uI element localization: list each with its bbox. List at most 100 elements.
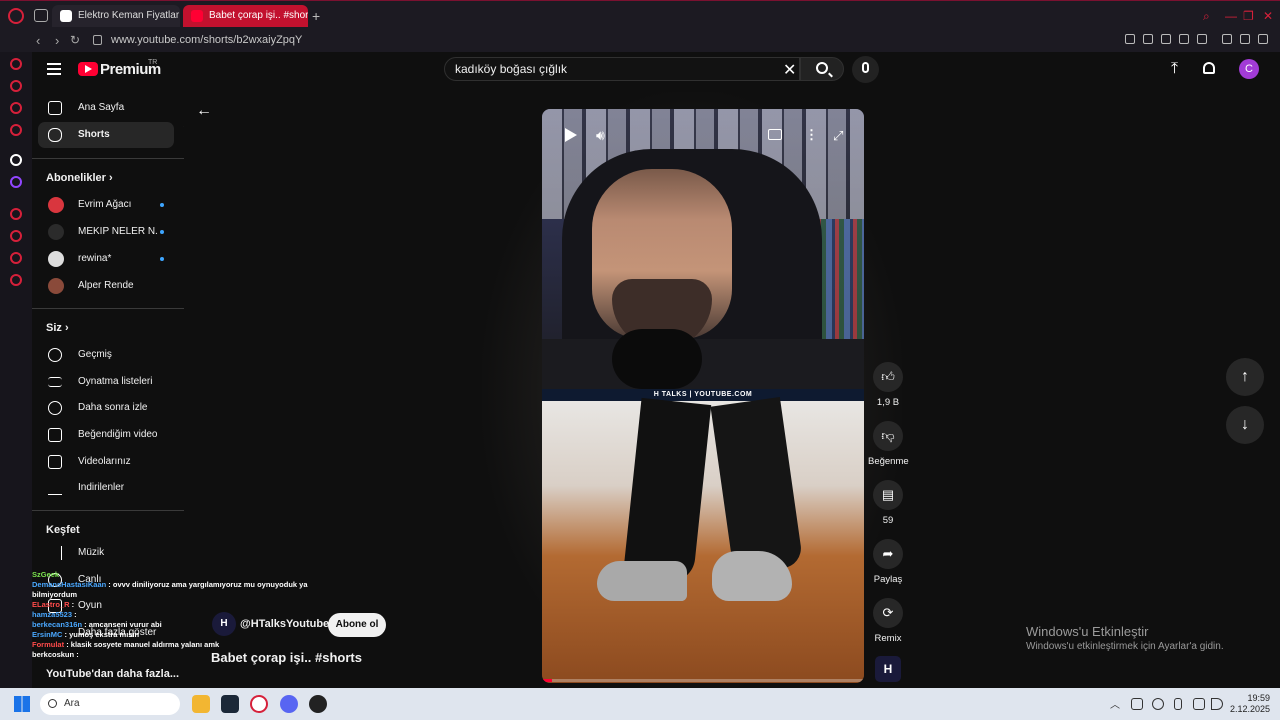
messenger-icon[interactable] — [10, 102, 22, 114]
lock-icon — [93, 35, 102, 45]
snapshot-icon[interactable] — [1125, 34, 1135, 44]
network-icon[interactable] — [1193, 698, 1205, 710]
back-arrow-icon[interactable]: ← — [196, 102, 212, 120]
clear-search-icon[interactable]: ✕ — [783, 60, 796, 80]
previous-short-button[interactable]: ↑ — [1226, 358, 1264, 396]
account-icon[interactable] — [1222, 34, 1232, 44]
sidebar-item-subscription[interactable]: MEKİP NELER N... — [38, 219, 174, 245]
like-action[interactable]: 👍︎ 1,9 B — [868, 362, 908, 408]
cloud-icon[interactable] — [1152, 698, 1164, 710]
dislike-button[interactable]: 👎︎ — [873, 421, 903, 451]
menu-icon[interactable] — [1258, 34, 1268, 44]
aria-icon[interactable] — [10, 58, 22, 70]
app-icon[interactable] — [309, 695, 327, 713]
sidebar-item-label: Videolarınız — [78, 456, 131, 467]
hamburger-menu-icon[interactable] — [47, 63, 61, 75]
dislike-action[interactable]: 👎︎ Beğenme — [868, 421, 909, 467]
back-icon[interactable]: ‹ — [36, 33, 40, 48]
reload-icon[interactable]: ↻ — [70, 33, 80, 47]
new-content-dot — [160, 203, 164, 207]
channel-avatar[interactable]: H — [212, 612, 236, 636]
sound-channel-thumbnail[interactable]: H — [875, 656, 901, 682]
player-icon[interactable] — [10, 208, 22, 220]
heart-icon[interactable] — [1197, 34, 1207, 44]
subscriptions-heading[interactable]: Abonelikler › — [46, 172, 113, 184]
sidebar-item-playlists[interactable]: Oynatma listeleri — [38, 369, 174, 395]
subscribe-button[interactable]: Abone ol — [328, 613, 386, 637]
you-heading[interactable]: Siz › — [46, 322, 69, 334]
cube-icon[interactable] — [1161, 34, 1171, 44]
taskbar-clock[interactable]: 19:59 2.12.2025 — [1220, 693, 1270, 715]
new-tab-button[interactable]: + — [312, 8, 320, 24]
comments-action[interactable]: ▤ 59 — [868, 480, 908, 526]
captions-icon[interactable] — [768, 129, 782, 140]
short-video-player[interactable]: H TALKS | YOUTUBE.COM 🔊︎ ⋮ ⤢ — [542, 109, 864, 683]
sidebar-item-shorts[interactable]: Shorts — [38, 122, 174, 148]
divider — [32, 510, 184, 511]
discord-icon[interactable] — [280, 695, 298, 713]
download-icon[interactable] — [1240, 34, 1250, 44]
forward-icon[interactable]: › — [55, 33, 59, 48]
mic-icon[interactable] — [1174, 698, 1182, 710]
play-icon[interactable] — [560, 125, 582, 147]
sidebar-item-subscription[interactable]: rewina* — [38, 246, 174, 272]
share-action[interactable]: ➦ Paylaş — [868, 539, 908, 585]
shopping-icon[interactable] — [10, 80, 22, 92]
share-button[interactable]: ➦ — [873, 539, 903, 569]
sidebar-item-liked-videos[interactable]: Beğendiğim videolar — [38, 422, 174, 448]
twitch-icon[interactable] — [10, 176, 22, 188]
comments-button[interactable]: ▤ — [873, 480, 903, 510]
browser-search-icon[interactable]: ⌕ — [1203, 9, 1210, 24]
remix-action[interactable]: ⟳ Remix — [868, 598, 908, 644]
history-icon[interactable] — [10, 230, 22, 242]
more-options-icon[interactable]: ⋮ — [805, 127, 827, 149]
url-field[interactable]: www.youtube.com/shorts/b2wxaiyZpqY — [111, 34, 302, 46]
youtube-logo-icon[interactable] — [78, 62, 98, 76]
browser-tab-active[interactable]: Babet çorap işi.. #shorts — [183, 5, 308, 27]
remix-button[interactable]: ⟳ — [873, 598, 903, 628]
chevron-up-icon[interactable]: ⌃ — [182, 123, 184, 134]
minimize-button[interactable]: — — [1225, 9, 1237, 23]
upload-icon[interactable]: ⤒ — [1171, 60, 1178, 78]
workspaces-icon[interactable] — [34, 9, 48, 22]
news-icon[interactable] — [10, 124, 22, 136]
sidebar-item-label: Beğendiğim videolar — [78, 429, 158, 440]
account-avatar[interactable]: C — [1239, 59, 1259, 79]
search-button[interactable] — [800, 57, 844, 81]
file-explorer-icon[interactable] — [192, 695, 210, 713]
tab-icon[interactable] — [1143, 34, 1153, 44]
opera-icon[interactable] — [250, 695, 268, 713]
next-short-button[interactable]: ↓ — [1226, 406, 1264, 444]
voice-search-button[interactable] — [852, 56, 879, 83]
settings-icon[interactable] — [10, 274, 22, 286]
taskbar-search[interactable]: Ara — [40, 693, 180, 715]
chat-text: : — [71, 600, 75, 609]
sidebar-item-watch-later[interactable]: Daha sonra izle — [38, 395, 174, 421]
channel-handle[interactable]: @HTalksYoutube — [240, 618, 329, 630]
sync-icon[interactable] — [1131, 698, 1143, 710]
sidebar-item-your-videos[interactable]: Videolarınız — [38, 449, 174, 475]
sidebar-item-music[interactable]: Müzik — [38, 540, 174, 566]
sidebar-item-downloads[interactable]: İndirilenler — [38, 475, 174, 501]
windows-start-icon[interactable] — [14, 696, 30, 712]
opera-logo-icon[interactable] — [8, 8, 24, 24]
search-input[interactable] — [455, 62, 775, 76]
volume-icon[interactable]: 🔊︎ — [596, 127, 618, 149]
notifications-bell-icon[interactable] — [1203, 62, 1215, 74]
player-icon[interactable] — [1179, 34, 1189, 44]
sidebar-item-home[interactable]: Ana Sayfa — [38, 95, 174, 121]
browser-tab[interactable]: Elektro Keman Fiyatları ve — [52, 5, 180, 27]
app-icon[interactable] — [10, 154, 22, 166]
sidebar-item-subscription[interactable]: Alper Rende — [38, 273, 174, 299]
restore-button[interactable]: ❐ — [1243, 9, 1254, 23]
extensions-icon[interactable] — [10, 252, 22, 264]
close-window-button[interactable]: ✕ — [1263, 9, 1273, 23]
channel-avatar — [48, 224, 64, 240]
like-button[interactable]: 👍︎ — [873, 362, 903, 392]
steam-icon[interactable] — [221, 695, 239, 713]
video-progress-bar[interactable] — [542, 679, 864, 682]
fullscreen-icon[interactable]: ⤢ — [833, 128, 855, 150]
sidebar-item-history[interactable]: Geçmiş — [38, 342, 174, 368]
sidebar-item-subscription[interactable]: Evrim Ağacı — [38, 192, 174, 218]
chevron-up-icon[interactable]: ︿ — [1110, 696, 1120, 711]
